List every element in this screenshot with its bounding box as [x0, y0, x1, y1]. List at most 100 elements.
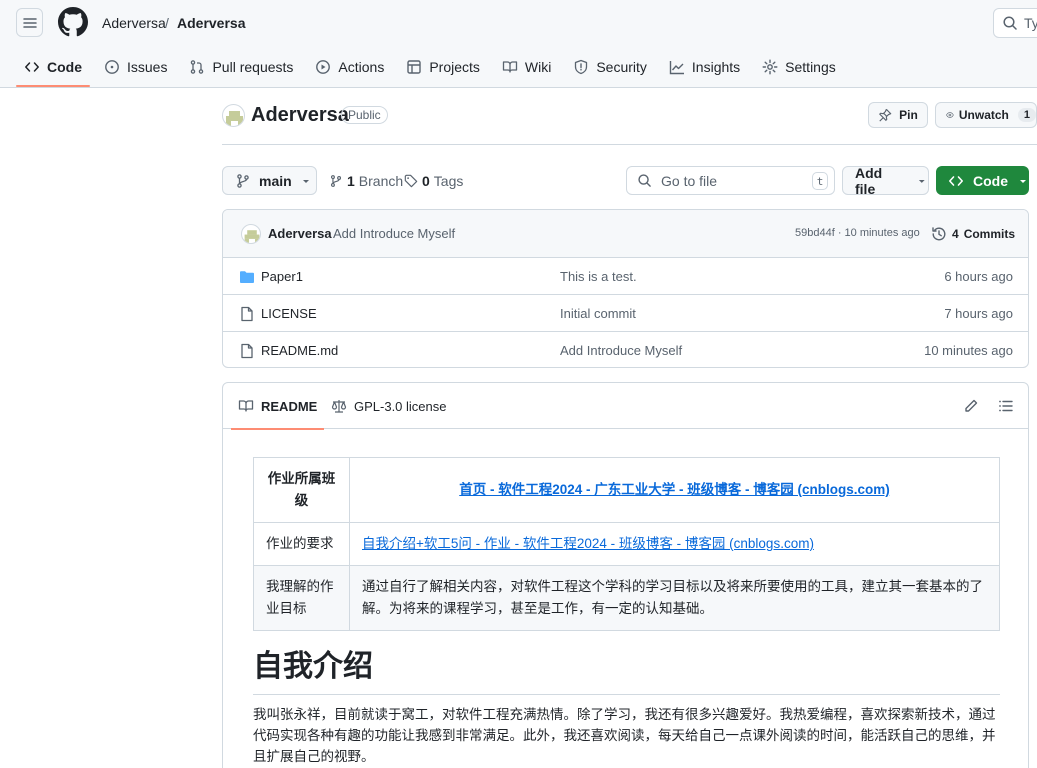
file-row[interactable]: README.md Add Introduce Myself 10 minute… [223, 332, 1028, 367]
outline-list-icon[interactable] [998, 398, 1014, 414]
tab-insights[interactable]: Insights [661, 48, 748, 86]
github-logo-icon[interactable] [58, 7, 88, 37]
commit-author[interactable]: Aderversa [268, 226, 332, 241]
table-cell-value: 首页 - 软件工程2024 - 广东工业大学 - 班级博客 - 博客园 (cnb… [349, 457, 1000, 523]
file-name[interactable]: Paper1 [261, 269, 303, 284]
branch-icon [237, 173, 249, 188]
repo-title-row: Aderversa Public Pin Unwatch 1 [222, 100, 1037, 145]
tab-readme[interactable]: README [231, 383, 325, 430]
file-row[interactable]: Paper1 This is a test. 6 hours ago [223, 258, 1028, 295]
tab-actions[interactable]: Actions [307, 48, 392, 86]
pin-button[interactable]: Pin [868, 102, 928, 128]
search-icon [1003, 16, 1017, 30]
readme-heading: 自我介绍 [253, 647, 1000, 695]
unwatch-button[interactable]: Unwatch 1 [935, 102, 1037, 128]
breadcrumb-repo[interactable]: Aderversa [177, 15, 246, 31]
identicon-icon [226, 111, 243, 126]
chevron-down-icon [302, 179, 309, 183]
tab-wiki[interactable]: Wiki [494, 48, 559, 86]
commits-count: 4 [952, 227, 959, 241]
tab-code[interactable]: Code [16, 48, 90, 87]
file-time: 6 hours ago [944, 269, 1013, 284]
breadcrumb-separator: / [165, 15, 169, 31]
class-link[interactable]: 首页 - 软件工程2024 - 广东工业大学 - 班级博客 - 博客园 (cnb… [459, 482, 890, 497]
tab-security-label: Security [596, 59, 647, 75]
tag-icon [404, 174, 418, 188]
history-icon [932, 227, 946, 241]
tag-word: Tags [433, 173, 464, 189]
file-commit-message[interactable]: This is a test. [560, 269, 637, 284]
table-cell-value: 通过自行了解相关内容，对软件工程这个学科的学习目标以及将来所要使用的工具，建立其… [349, 565, 1000, 631]
file-name[interactable]: README.md [261, 343, 338, 358]
file-time: 10 minutes ago [924, 343, 1013, 358]
tab-license[interactable]: GPL-3.0 license [331, 383, 447, 429]
go-to-file-input[interactable]: Go to file t [626, 166, 835, 195]
tab-pull-requests[interactable]: Pull requests [181, 48, 301, 86]
breadcrumb-owner[interactable]: Aderversa [102, 15, 166, 31]
branches-link[interactable]: 1 Branch [329, 173, 403, 189]
file-name[interactable]: LICENSE [261, 306, 317, 321]
tab-insights-label: Insights [691, 59, 741, 75]
code-icon [25, 62, 39, 72]
readme-tabs: README GPL-3.0 license [223, 383, 1028, 430]
issue-icon [105, 60, 119, 74]
commit-hash-time[interactable]: 59bd44f · 10 minutes ago [795, 227, 920, 239]
table-row: 我理解的作业目标 通过自行了解相关内容，对软件工程这个学科的学习目标以及将来所要… [253, 565, 1000, 631]
code-icon [949, 175, 963, 186]
hamburger-icon [22, 17, 37, 28]
repo-nav: Code Issues Pull requests Actions Projec… [16, 48, 850, 88]
repo-avatar[interactable] [222, 104, 245, 127]
search-icon [638, 174, 651, 187]
tab-security[interactable]: Security [565, 48, 655, 86]
law-icon [331, 400, 347, 413]
tag-count: 0 [422, 173, 430, 189]
homework-table: 作业所属班级 首页 - 软件工程2024 - 广东工业大学 - 班级博客 - 博… [253, 457, 1000, 631]
tab-projects[interactable]: Projects [398, 48, 488, 86]
tab-license-label: GPL-3.0 license [354, 398, 447, 414]
add-file-button[interactable]: Add file [842, 164, 929, 197]
readme-paragraph: 我叫张永祥，目前就读于窝工，对软件工程充满热情。除了学习，我还有很多兴趣爱好。我… [253, 707, 996, 764]
menu-button[interactable] [16, 8, 43, 37]
repo-name[interactable]: Aderversa [251, 104, 349, 127]
play-icon [316, 60, 331, 74]
folder-icon [240, 271, 254, 283]
graph-icon [669, 61, 684, 75]
table-cell-key: 我理解的作业目标 [253, 565, 350, 631]
tab-settings-label: Settings [785, 59, 836, 75]
code-button[interactable]: Code [936, 166, 1029, 195]
search-input[interactable]: Typ [993, 8, 1037, 38]
book-icon [238, 400, 254, 412]
file-commit-message[interactable]: Initial commit [560, 306, 636, 321]
latest-commit-row: Aderversa Add Introduce Myself 59bd44f ·… [223, 210, 1028, 258]
commit-author-avatar[interactable] [241, 224, 261, 244]
file-listing: Aderversa Add Introduce Myself 59bd44f ·… [222, 209, 1029, 368]
top-header: Aderversa / Aderversa Typ Code Issues Pu… [0, 0, 1037, 88]
code-button-label: Code [973, 172, 1008, 189]
tags-link[interactable]: 0 Tags [404, 173, 463, 189]
branch-word: Branch [358, 173, 404, 189]
commits-link[interactable]: 4 Commits [931, 226, 1015, 242]
file-commit-message[interactable]: Add Introduce Myself [560, 343, 682, 358]
gear-icon [762, 59, 778, 75]
tab-settings[interactable]: Settings [754, 48, 844, 86]
tab-wiki-label: Wiki [524, 59, 552, 75]
tab-code-label: Code [47, 59, 82, 75]
unwatch-label: Unwatch [958, 108, 1009, 122]
branch-icon [330, 175, 342, 187]
file-row[interactable]: LICENSE Initial commit 7 hours ago [223, 295, 1028, 332]
commit-message[interactable]: Add Introduce Myself [333, 226, 455, 241]
pin-label: Pin [899, 108, 918, 122]
branch-count: 1 [347, 173, 355, 189]
table-row: 作业的要求 自我介绍+软工5问 - 作业 - 软件工程2024 - 班级博客 -… [253, 522, 1000, 566]
tab-issues[interactable]: Issues [96, 48, 175, 86]
chevron-down-icon [919, 179, 926, 183]
assignment-link[interactable]: 自我介绍+软工5问 - 作业 - 软件工程2024 - 班级博客 - 博客园 (… [362, 536, 814, 551]
add-file-label: Add file [855, 164, 883, 197]
pencil-icon[interactable] [963, 398, 979, 414]
branch-select[interactable]: main [222, 166, 317, 195]
table-icon [407, 60, 422, 74]
identicon-icon [244, 230, 260, 243]
file-time: 7 hours ago [944, 306, 1013, 321]
table-cell-key: 作业所属班级 [253, 457, 350, 523]
file-icon [241, 343, 253, 359]
